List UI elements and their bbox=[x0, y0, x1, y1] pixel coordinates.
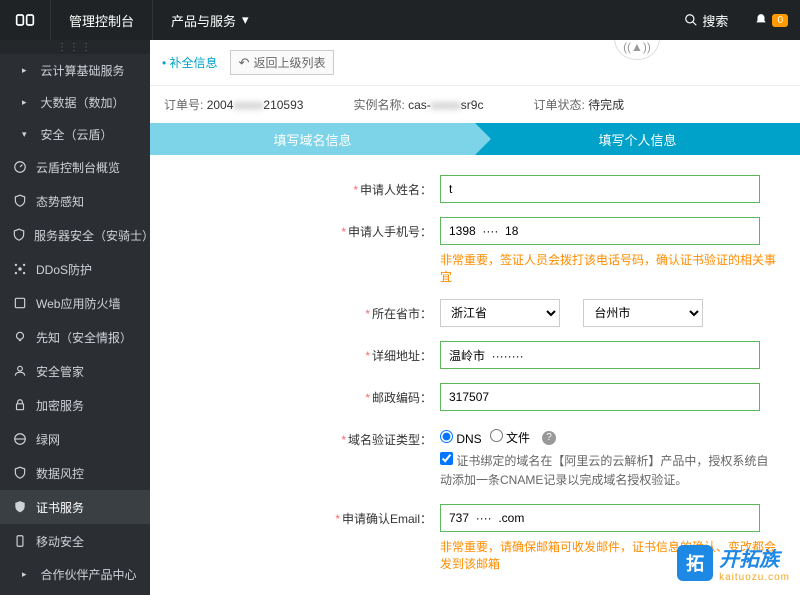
sidebar-item-label: 云盾控制台概览 bbox=[36, 159, 120, 176]
sidebar-group[interactable]: 云计算基础服务 bbox=[0, 54, 150, 86]
sidebar-item-label: 数据风控 bbox=[36, 465, 84, 482]
applicant-phone-input[interactable] bbox=[440, 217, 760, 245]
verify-auth-checkbox[interactable] bbox=[440, 452, 453, 465]
net-icon bbox=[12, 431, 28, 447]
sidebar-item-label: 安全管家 bbox=[36, 363, 84, 380]
breadcrumb-current: • 补全信息 bbox=[162, 54, 218, 71]
help-icon[interactable]: ? bbox=[542, 431, 556, 445]
sidebar: ⋮⋮⋮ 云计算基础服务大数据（数加）安全（云盾） 云盾控制台概览态势感知服务器安… bbox=[0, 40, 150, 595]
step-personal-info[interactable]: 填写个人信息 bbox=[475, 123, 800, 155]
logo-icon[interactable] bbox=[0, 10, 50, 30]
instance-name: 实例名称: cas-xxxxxsr9c bbox=[353, 96, 483, 113]
sidebar-item-label: 服务器安全（安骑士） bbox=[34, 227, 150, 244]
sidebar-item[interactable]: 云盾控制台概览 bbox=[0, 150, 150, 184]
sidebar-item-label: 态势感知 bbox=[36, 193, 84, 210]
verify-note: 证书绑定的域名在【阿里云的云解析】产品中，授权系统自动添加一条CNAME记录以完… bbox=[440, 452, 780, 490]
personal-info-form: *申请人姓名： *申请人手机号： 非常重要，签证人员会拨打该电话号码，确认证书验… bbox=[150, 155, 800, 572]
notification-badge: 0 bbox=[772, 14, 788, 27]
email-hint: 非常重要，请确保邮箱可收发邮件，证书信息的确认、变改都会发到该邮箱 bbox=[440, 538, 780, 572]
verify-type-label: 域名验证类型： bbox=[348, 433, 432, 447]
bell-icon bbox=[754, 13, 768, 27]
products-label: 产品与服务 bbox=[171, 11, 236, 30]
sidebar-drag-handle[interactable]: ⋮⋮⋮ bbox=[0, 40, 150, 54]
applicant-name-label: 申请人姓名： bbox=[360, 183, 432, 197]
sidebar-group[interactable]: 安全（云盾） bbox=[0, 118, 150, 150]
step-domain-info[interactable]: 填写域名信息 bbox=[150, 123, 475, 155]
sidebar-item-label: 加密服务 bbox=[36, 397, 84, 414]
sidebar-item-label: 移动安全 bbox=[36, 533, 84, 550]
province-select[interactable]: 浙江省 bbox=[440, 299, 560, 327]
sidebar-item[interactable]: Web应用防火墙 bbox=[0, 286, 150, 320]
sidebar-item-label: DDoS防护 bbox=[36, 261, 92, 278]
sidebar-item[interactable]: 数据风控 bbox=[0, 456, 150, 490]
phone-hint: 非常重要，签证人员会拨打该电话号码，确认证书验证的相关事宜 bbox=[440, 251, 780, 285]
verify-dns-radio[interactable]: DNS bbox=[440, 430, 482, 446]
sidebar-item-label: Web应用防火墙 bbox=[36, 295, 120, 312]
bulb-icon bbox=[12, 329, 28, 345]
sidebar-item-label: 绿网 bbox=[36, 431, 60, 448]
sidebar-item-label: 先知（安全情报） bbox=[36, 329, 132, 346]
notifications[interactable]: 0 bbox=[742, 13, 800, 27]
applicant-phone-label: 申请人手机号： bbox=[348, 225, 432, 239]
sidebar-item[interactable]: 证书服务 bbox=[0, 490, 150, 524]
shield-eye-icon bbox=[12, 193, 28, 209]
order-meta: 订单号: 2004xxxxx210593 实例名称: cas-xxxxxsr9c… bbox=[150, 86, 800, 123]
cert-icon bbox=[12, 499, 28, 515]
console-title[interactable]: 管理控制台 bbox=[50, 0, 152, 40]
products-menu[interactable]: 产品与服务 ▾ bbox=[152, 0, 267, 40]
city-select[interactable]: 台州市 bbox=[583, 299, 703, 327]
postal-label: 邮政编码： bbox=[372, 391, 432, 405]
back-button[interactable]: 返回上级列表 bbox=[230, 50, 335, 75]
search-button[interactable]: 搜索 bbox=[670, 11, 742, 30]
verify-file-radio[interactable]: 文件 bbox=[490, 429, 530, 446]
email-input[interactable] bbox=[440, 504, 760, 532]
email-label: 申请确认Email： bbox=[342, 512, 432, 526]
ddos-icon bbox=[12, 261, 28, 277]
address-label: 详细地址： bbox=[372, 349, 432, 363]
postal-input[interactable] bbox=[440, 383, 760, 411]
step-bar: 填写域名信息 填写个人信息 bbox=[150, 123, 800, 155]
sidebar-item[interactable]: DDoS防护 bbox=[0, 252, 150, 286]
topbar: 管理控制台 产品与服务 ▾ 搜索 0 bbox=[0, 0, 800, 40]
search-icon bbox=[684, 13, 698, 27]
user-shield-icon bbox=[12, 363, 28, 379]
sidebar-group[interactable]: 大数据（数加） bbox=[0, 86, 150, 118]
lock-icon bbox=[12, 397, 28, 413]
mobile-icon bbox=[12, 533, 28, 549]
main-content: ((▲)) • 补全信息 返回上级列表 订单号: 2004xxxxx210593… bbox=[150, 40, 800, 595]
search-label: 搜索 bbox=[702, 11, 728, 30]
data-icon bbox=[12, 465, 28, 481]
sidebar-item[interactable]: 态势感知 bbox=[0, 184, 150, 218]
sidebar-item[interactable]: 加密服务 bbox=[0, 388, 150, 422]
address-input[interactable] bbox=[440, 341, 760, 369]
shield-icon bbox=[12, 227, 26, 243]
watermark-en: kaituozu.com bbox=[719, 572, 790, 583]
sidebar-item[interactable]: 先知（安全情报） bbox=[0, 320, 150, 354]
chevron-down-icon: ▾ bbox=[242, 12, 249, 28]
sidebar-group[interactable]: 域名与网站（万网） bbox=[0, 590, 150, 595]
province-label: 所在省市： bbox=[372, 307, 432, 321]
waf-icon bbox=[12, 295, 28, 311]
sidebar-item[interactable]: 安全管家 bbox=[0, 354, 150, 388]
sidebar-group[interactable]: 合作伙伴产品中心 bbox=[0, 558, 150, 590]
breadcrumb: • 补全信息 返回上级列表 bbox=[150, 40, 800, 86]
sidebar-item-label: 证书服务 bbox=[36, 499, 84, 516]
applicant-name-input[interactable] bbox=[440, 175, 760, 203]
sidebar-item[interactable]: 绿网 bbox=[0, 422, 150, 456]
sidebar-item[interactable]: 移动安全 bbox=[0, 524, 150, 558]
gauge-icon bbox=[12, 159, 28, 175]
order-number: 订单号: 2004xxxxx210593 bbox=[164, 96, 303, 113]
sidebar-item[interactable]: 服务器安全（安骑士） bbox=[0, 218, 150, 252]
order-status: 订单状态: 待完成 bbox=[533, 96, 624, 113]
